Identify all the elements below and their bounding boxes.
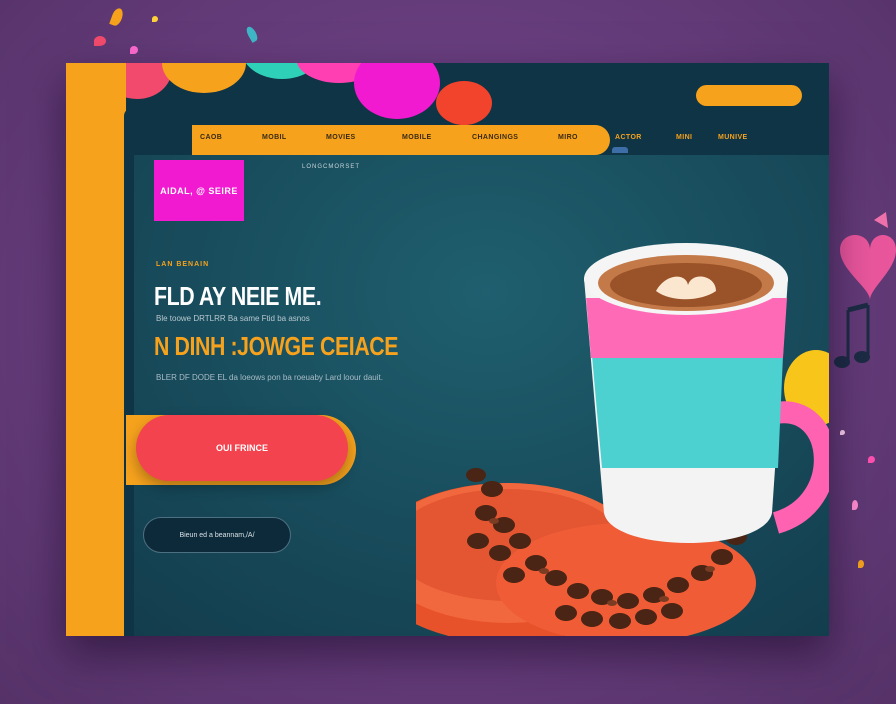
nav-item[interactable]: MIRO (558, 134, 578, 141)
nav-item-active[interactable]: ACTOR (615, 134, 642, 141)
nav-bar (192, 125, 610, 155)
secondary-cta-button[interactable]: Bieun ed a beannam,/A/ (143, 517, 291, 553)
brand-caption: LONGCMORSET (302, 164, 361, 170)
primary-cta-button[interactable]: OUI FRINCE (136, 415, 348, 481)
brand-badge[interactable]: AIDAL, @ SEIRE (154, 160, 244, 221)
nav-item[interactable]: CAOB (200, 134, 222, 141)
nav-item[interactable]: MOBILE (402, 134, 432, 141)
nav-item[interactable]: MOBIL (262, 134, 287, 141)
hero-body: BLER DF DODE EL da loeows pon ba roeuaby… (156, 373, 383, 382)
active-nav-indicator (612, 147, 628, 153)
nav-item[interactable]: MINI (676, 134, 692, 141)
nav-item[interactable]: MOVIES (326, 134, 356, 141)
stripe-edge (124, 108, 134, 636)
left-accent-stripe (66, 63, 126, 636)
hero-eyebrow: LAN BENAIN (156, 261, 210, 268)
nav-item[interactable]: MUNIVE (718, 134, 748, 141)
header-cta-button[interactable] (696, 85, 802, 106)
coffee-cup-illustration (416, 243, 829, 636)
hero-headline: FLD AY NEIE ME. (154, 281, 322, 311)
nav-item[interactable]: CHANGINGS (472, 134, 518, 141)
header-blob (436, 81, 492, 125)
landing-page-frame: CAOB MOBIL MOVIES MOBILE CHANGINGS MIRO … (66, 63, 829, 636)
heart-music-decoration (834, 212, 896, 368)
hero-headline-accent: N DINH :JOWGE CEIACE (154, 331, 399, 361)
hero-subline: Ble toowe DRTLRR Ba same Ftid ba asnos (156, 314, 310, 323)
